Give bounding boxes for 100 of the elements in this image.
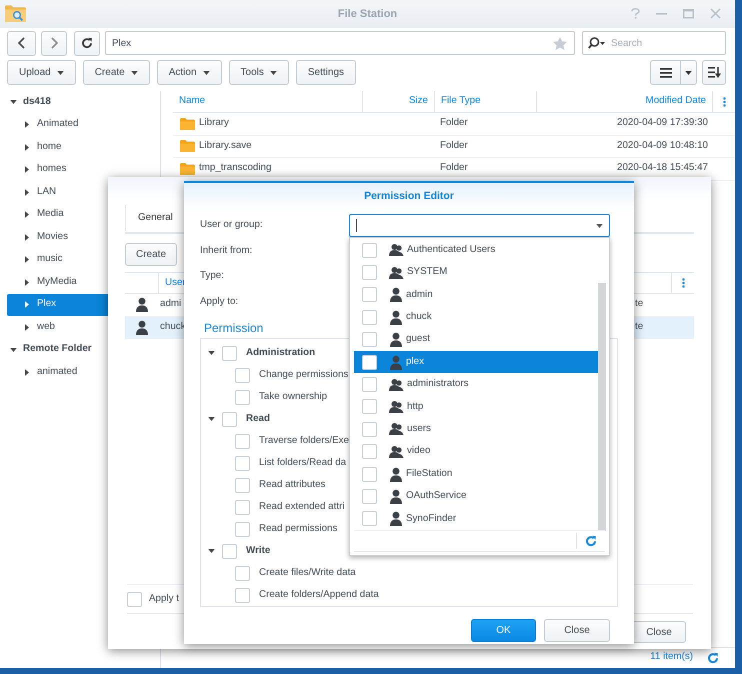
table-cell-text: te <box>635 297 644 312</box>
tree-item[interactable]: web <box>7 316 160 338</box>
menu-button[interactable]: Tools <box>228 60 289 85</box>
more-icon[interactable] <box>722 96 726 106</box>
refresh-button[interactable] <box>74 30 100 56</box>
tree-item[interactable]: Remote Folder <box>7 338 160 361</box>
checkbox[interactable] <box>235 390 250 404</box>
dropdown-item[interactable]: admin <box>354 284 601 306</box>
checkbox[interactable] <box>235 522 250 536</box>
close-button[interactable]: Close <box>544 619 610 642</box>
checkbox[interactable] <box>235 566 250 580</box>
menu-button[interactable]: Action <box>156 60 222 85</box>
checkbox-label: Apply t <box>149 592 179 606</box>
checkbox[interactable] <box>235 588 250 602</box>
checkbox[interactable] <box>222 346 237 360</box>
dropdown-item[interactable]: administrators <box>354 373 601 396</box>
tree-item[interactable]: MyMedia <box>7 271 160 294</box>
dropdown-item[interactable]: Authenticated Users <box>354 239 601 262</box>
dropdown-item[interactable]: SYSTEM <box>354 261 601 284</box>
checkbox[interactable] <box>362 310 377 325</box>
dropdown-item[interactable]: video <box>354 440 601 463</box>
checkbox[interactable] <box>222 544 237 558</box>
dropdown-item[interactable]: guest <box>354 328 601 351</box>
tree-item[interactable]: animated <box>7 361 160 384</box>
caret-icon <box>596 224 603 228</box>
toolbar-button[interactable]: Settings <box>296 60 356 85</box>
maximize-icon[interactable] <box>683 8 694 19</box>
window-title: File Station <box>338 6 398 22</box>
file-type: Folder <box>439 161 469 176</box>
caret-icon <box>10 348 17 352</box>
menu-button[interactable]: Create <box>82 60 150 85</box>
checkbox[interactable] <box>362 377 377 392</box>
checkbox[interactable] <box>362 287 377 302</box>
dropdown-item[interactable]: FileStation <box>354 462 601 486</box>
checkbox[interactable] <box>362 488 377 504</box>
list-icon <box>660 68 672 78</box>
dropdown-item[interactable]: OAuthService <box>354 485 601 508</box>
forward-button[interactable] <box>41 30 67 56</box>
refresh-icon[interactable] <box>707 652 719 664</box>
caret-icon <box>270 70 277 74</box>
search-menu-icon[interactable] <box>588 37 605 49</box>
list-view-button[interactable] <box>650 60 681 85</box>
tree-item[interactable]: home <box>7 136 160 158</box>
column-header[interactable]: File Type <box>435 91 537 112</box>
checkbox[interactable] <box>362 399 377 414</box>
close-button[interactable]: Close <box>632 621 686 643</box>
checkbox[interactable] <box>362 466 377 482</box>
user-name: admi <box>160 297 182 312</box>
tree-item[interactable]: homes <box>7 158 160 181</box>
back-button[interactable] <box>7 30 36 56</box>
permission-label: Take ownership <box>259 390 328 404</box>
scrollbar[interactable] <box>598 283 606 531</box>
folder-icon <box>180 162 195 175</box>
caret-icon <box>25 144 29 151</box>
permission-label: Read attributes <box>259 478 326 492</box>
checkbox[interactable] <box>362 422 377 437</box>
view-menu-button[interactable] <box>681 60 697 85</box>
checkbox[interactable] <box>235 368 250 382</box>
star-icon[interactable] <box>553 37 567 50</box>
caret-icon <box>25 188 29 196</box>
column-header[interactable]: Name <box>173 91 363 112</box>
checkbox[interactable] <box>362 354 377 370</box>
user-group-combo[interactable] <box>349 214 610 238</box>
dropdown-item[interactable]: users <box>354 418 601 441</box>
caret-icon <box>202 70 210 74</box>
checkbox[interactable] <box>235 478 250 492</box>
dropdown-item[interactable]: SynoFinder <box>354 508 601 530</box>
dropdown-item[interactable]: http <box>354 396 601 418</box>
group-icon <box>389 266 404 280</box>
permission-label: Create folders/Append data <box>259 588 379 602</box>
checkbox[interactable] <box>235 500 250 514</box>
column-header[interactable]: Modified Date <box>537 91 713 112</box>
checkbox[interactable] <box>362 242 377 258</box>
close-icon[interactable] <box>710 8 721 19</box>
search-field[interactable]: Search <box>582 31 726 55</box>
checkbox[interactable] <box>127 592 142 606</box>
tree-item[interactable]: LAN <box>7 181 160 204</box>
checkbox[interactable] <box>235 456 250 470</box>
more-icon[interactable] <box>682 278 684 288</box>
checkbox[interactable] <box>362 265 377 280</box>
sort-button[interactable] <box>702 60 726 85</box>
tree-item[interactable]: ds418 <box>7 91 160 114</box>
user-icon <box>389 310 403 325</box>
checkbox[interactable] <box>362 332 377 348</box>
column-header[interactable]: Size <box>363 91 435 112</box>
refresh-icon[interactable] <box>585 535 597 547</box>
tree-item[interactable]: Animated <box>7 114 160 136</box>
checkbox[interactable] <box>362 444 377 460</box>
checkbox[interactable] <box>235 434 250 448</box>
dropdown-item[interactable]: chuck <box>354 306 601 329</box>
create-button[interactable]: Create <box>125 243 178 266</box>
dropdown-item[interactable]: plex <box>354 350 601 374</box>
menu-button[interactable]: Upload <box>7 60 76 85</box>
path-field[interactable]: Plex <box>105 31 575 55</box>
checkbox[interactable] <box>222 412 237 426</box>
caret-icon <box>25 368 29 376</box>
help-icon[interactable] <box>631 8 640 19</box>
checkbox[interactable] <box>362 511 377 526</box>
table-cell-text: te <box>635 320 644 334</box>
user-icon <box>389 354 403 370</box>
